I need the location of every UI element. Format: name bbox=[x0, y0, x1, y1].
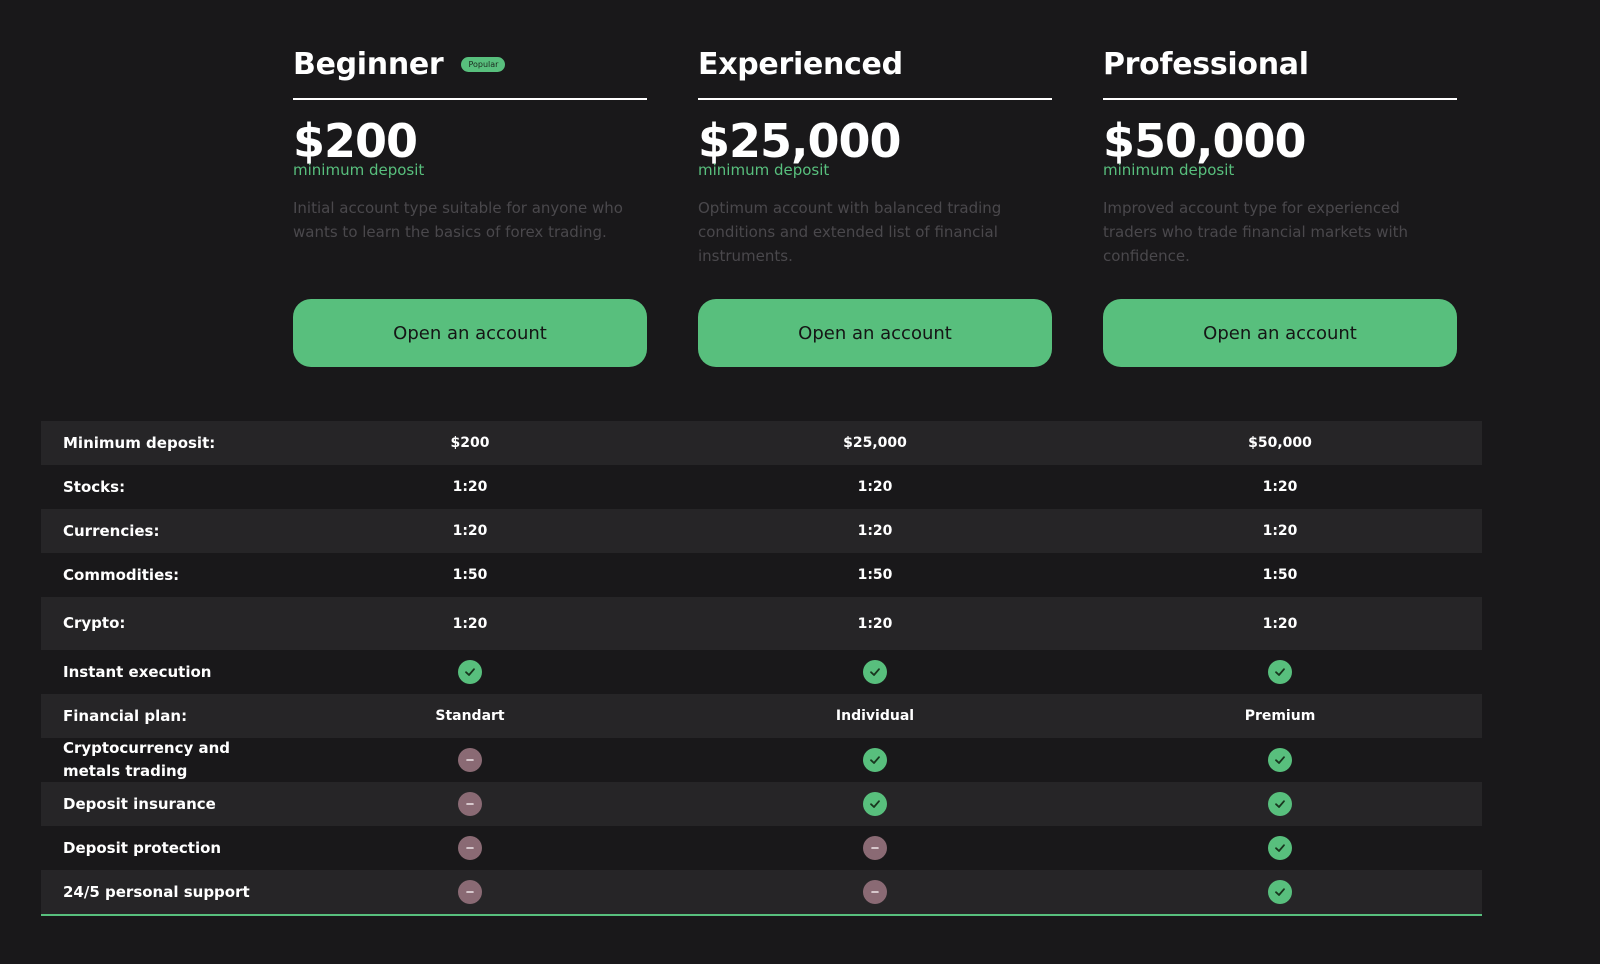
table-row: Currencies: 1:20 1:20 1:20 bbox=[41, 509, 1482, 553]
check-icon bbox=[1268, 792, 1292, 816]
table-cell-icon bbox=[775, 660, 975, 684]
minus-icon bbox=[458, 748, 482, 772]
plan-price: $25,000 bbox=[698, 114, 902, 168]
row-label: Deposit protection bbox=[63, 838, 222, 857]
table-cell-icon bbox=[1180, 792, 1380, 816]
open-account-button-professional[interactable]: Open an account bbox=[1103, 299, 1457, 367]
table-cell: 1:50 bbox=[857, 567, 893, 583]
table-cell: 1:50 bbox=[452, 567, 488, 583]
table-row: 24/5 personal support bbox=[41, 870, 1482, 914]
table-cell: 1:20 bbox=[452, 615, 488, 632]
table-cell: 1:20 bbox=[857, 479, 893, 495]
table-cell: 1:20 bbox=[857, 523, 893, 539]
table-cell: 1:20 bbox=[452, 479, 488, 495]
table-row: Minimum deposit: $200 $25,000 $50,000 bbox=[41, 421, 1482, 465]
table-cell: Premium bbox=[1244, 708, 1316, 724]
table-row: Instant execution bbox=[41, 650, 1482, 694]
check-icon bbox=[1268, 748, 1292, 772]
row-label: Cryptocurrency and metals trading bbox=[63, 739, 231, 780]
table-cell-icon bbox=[775, 748, 975, 772]
table-cell: 1:20 bbox=[452, 523, 488, 539]
popular-badge: Popular bbox=[461, 56, 506, 72]
check-icon bbox=[1268, 660, 1292, 684]
check-icon bbox=[1268, 836, 1292, 860]
table-row: Deposit insurance bbox=[41, 782, 1482, 826]
table-cell-icon bbox=[1180, 880, 1380, 904]
table-cell: 1:20 bbox=[1262, 479, 1298, 495]
row-label: Financial plan: bbox=[63, 706, 188, 725]
minus-icon bbox=[458, 836, 482, 860]
table-cell: 1:20 bbox=[857, 615, 893, 632]
plan-card-professional: Professional $50,000 minimum deposit Imp… bbox=[1103, 44, 1457, 367]
table-cell-icon bbox=[775, 836, 975, 860]
row-label: Commodities: bbox=[63, 565, 180, 584]
table-cell: 1:20 bbox=[1262, 523, 1298, 539]
row-label: Crypto: bbox=[63, 614, 126, 632]
table-cell: $50,000 bbox=[1248, 435, 1312, 451]
check-icon bbox=[863, 660, 887, 684]
table-cell-icon bbox=[775, 880, 975, 904]
check-icon bbox=[863, 748, 887, 772]
check-icon bbox=[458, 660, 482, 684]
open-account-button-experienced[interactable]: Open an account bbox=[698, 299, 1052, 367]
plan-price-caption: minimum deposit bbox=[293, 161, 425, 179]
open-account-button-beginner[interactable]: Open an account bbox=[293, 299, 647, 367]
table-row: Crypto: 1:20 1:20 1:20 bbox=[41, 597, 1482, 650]
table-cell: Individual bbox=[835, 708, 915, 724]
table-cell: 1:20 bbox=[1262, 615, 1298, 632]
plan-description: Improved account type for experienced tr… bbox=[1103, 199, 1409, 265]
table-cell-icon bbox=[370, 748, 570, 772]
row-label: Stocks: bbox=[63, 477, 126, 496]
plan-title: Professional bbox=[1103, 46, 1309, 82]
plan-title: Beginner bbox=[293, 46, 444, 82]
minus-icon bbox=[458, 792, 482, 816]
table-row: Financial plan: Standart Individual Premium bbox=[41, 694, 1482, 738]
plan-card-beginner: Beginner Popular $200 minimum deposit In… bbox=[293, 44, 647, 367]
table-cell: 1:50 bbox=[1262, 567, 1298, 583]
plan-price: $200 bbox=[293, 114, 418, 168]
plan-price: $50,000 bbox=[1103, 114, 1307, 168]
plan-card-experienced: Experienced $25,000 minimum deposit Opti… bbox=[698, 44, 1052, 367]
table-cell: Standart bbox=[435, 708, 505, 724]
plan-header: Beginner Popular bbox=[293, 44, 647, 100]
table-cell-icon bbox=[370, 880, 570, 904]
minus-icon bbox=[458, 880, 482, 904]
row-label: Instant execution bbox=[63, 662, 212, 681]
table-row: Deposit protection bbox=[41, 826, 1482, 870]
table-cell-icon bbox=[1180, 748, 1380, 772]
table-row: Stocks: 1:20 1:20 1:20 bbox=[41, 465, 1482, 509]
plan-header: Professional bbox=[1103, 44, 1457, 100]
check-icon bbox=[1268, 880, 1292, 904]
table-row: Cryptocurrency and metals trading bbox=[41, 738, 1482, 782]
minus-icon bbox=[863, 836, 887, 860]
row-label: Currencies: bbox=[63, 521, 160, 540]
comparison-table: Minimum deposit: $200 $25,000 $50,000 Stocks… bbox=[41, 421, 1482, 916]
table-cell-icon bbox=[370, 660, 570, 684]
minus-icon bbox=[863, 880, 887, 904]
plan-title: Experienced bbox=[698, 46, 903, 82]
plan-description: Optimum account with balanced trading co… bbox=[698, 199, 1002, 265]
plan-description: Initial account type suitable for anyone… bbox=[293, 199, 623, 241]
table-cell-icon bbox=[1180, 836, 1380, 860]
table-cell: $25,000 bbox=[843, 435, 907, 451]
row-label: Minimum deposit: bbox=[63, 433, 216, 452]
row-label: Deposit insurance bbox=[63, 794, 216, 813]
check-icon bbox=[863, 792, 887, 816]
table-cell-icon bbox=[775, 792, 975, 816]
table-row: Commodities: 1:50 1:50 1:50 bbox=[41, 553, 1482, 597]
table-cell-icon bbox=[370, 792, 570, 816]
table-cell-icon bbox=[1180, 660, 1380, 684]
table-cell: $200 bbox=[450, 435, 490, 451]
plan-header: Experienced bbox=[698, 44, 1052, 100]
row-label: 24/5 personal support bbox=[63, 882, 250, 901]
table-cell-icon bbox=[370, 836, 570, 860]
